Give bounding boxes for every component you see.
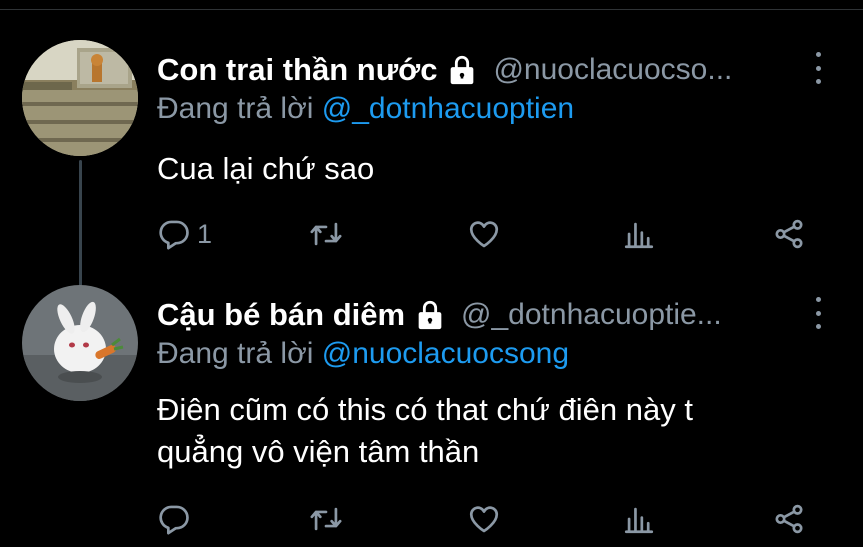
share-button[interactable]	[772, 214, 806, 254]
reply-icon	[159, 505, 189, 535]
retweet-icon	[310, 507, 342, 531]
tweet-header: Cậu bé bán diêm @_dotnhacuoptie...	[157, 295, 722, 335]
share-button[interactable]	[772, 499, 806, 539]
tweet[interactable]: Cậu bé bán diêm @_dotnhacuoptie... Đang …	[0, 285, 863, 547]
reply-button[interactable]: 1	[157, 214, 212, 254]
top-divider	[0, 9, 863, 10]
mention-link[interactable]: @_dotnhacuoptien	[322, 92, 574, 125]
mention-link[interactable]: @nuoclacuocsong	[322, 337, 569, 370]
tweet-text: Điên cũm có this có that chứ điên này t …	[157, 389, 693, 473]
avatar[interactable]	[22, 40, 138, 156]
like-button[interactable]	[467, 499, 501, 539]
share-icon	[775, 504, 803, 534]
share-icon	[775, 219, 803, 249]
more-options-button[interactable]	[813, 297, 823, 329]
more-vertical-icon	[815, 297, 821, 302]
analytics-icon	[624, 507, 654, 534]
white-rabbit-photo-avatar-icon	[22, 285, 138, 401]
user-handle[interactable]: @nuoclacuocso...	[493, 53, 732, 87]
display-name[interactable]: Cậu bé bán diêm	[157, 297, 405, 333]
replying-prefix: Đang trả lời	[157, 92, 322, 125]
tweet[interactable]: Con trai thần nước @nuoclacuocso... Đang…	[0, 40, 863, 270]
replying-prefix: Đang trả lời	[157, 337, 322, 370]
tweet-text-line: quẳng vô viện tâm thần	[157, 434, 480, 469]
more-vertical-icon	[815, 52, 821, 57]
action-bar	[157, 499, 817, 539]
retweet-icon	[310, 222, 342, 246]
reply-count: 1	[197, 218, 213, 249]
tweet-text-line: Cua lại chứ sao	[157, 151, 375, 186]
action-bar: 1	[157, 214, 817, 254]
display-name[interactable]: Con trai thần nước	[157, 52, 437, 88]
like-button[interactable]	[467, 214, 501, 254]
reply-button[interactable]	[157, 499, 197, 539]
replying-to: Đang trả lời @nuoclacuocsong	[157, 337, 569, 371]
reply-icon	[159, 220, 189, 250]
lock-icon	[418, 300, 442, 330]
more-options-button[interactable]	[813, 52, 823, 84]
analytics-button[interactable]	[622, 499, 656, 539]
tweet-header: Con trai thần nước @nuoclacuocso...	[157, 50, 732, 90]
analytics-icon	[624, 222, 654, 249]
tweet-text-line: Điên cũm có this có that chứ điên này t	[157, 392, 693, 427]
lock-icon	[451, 55, 474, 85]
analytics-button[interactable]	[622, 214, 656, 254]
like-icon	[469, 506, 499, 533]
tweet-text: Cua lại chứ sao	[157, 148, 374, 190]
window-sill-photo-avatar-icon	[22, 40, 138, 156]
retweet-button[interactable]	[309, 214, 343, 254]
avatar[interactable]	[22, 285, 138, 401]
user-handle[interactable]: @_dotnhacuoptie...	[461, 298, 722, 332]
like-icon	[469, 221, 499, 248]
replying-to: Đang trả lời @_dotnhacuoptien	[157, 92, 574, 126]
retweet-button[interactable]	[309, 499, 343, 539]
